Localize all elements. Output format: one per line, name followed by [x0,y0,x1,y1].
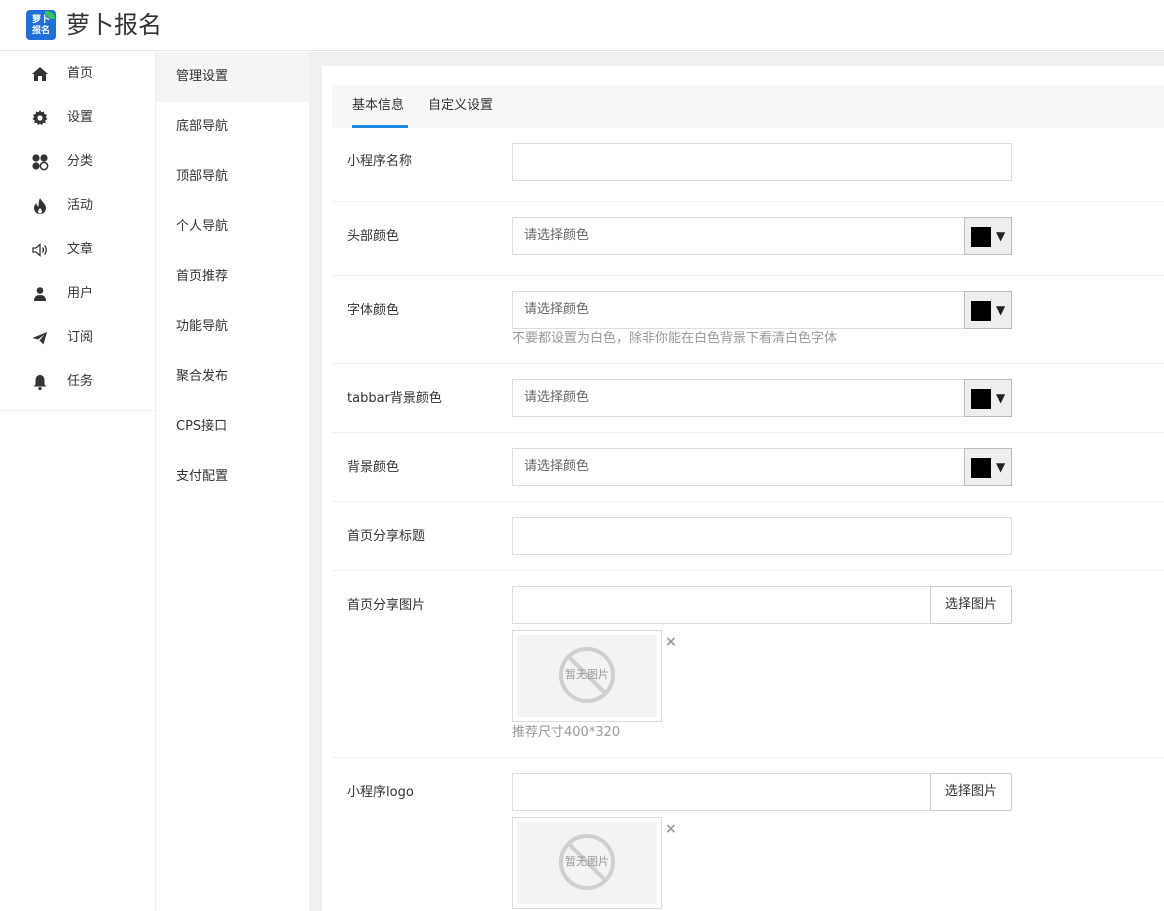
content-gutter [309,52,322,911]
mini-name-input[interactable] [512,143,1012,181]
logo-label: 小程序logo [347,785,414,800]
bg-color-picker-button[interactable]: ▼ [964,448,1012,486]
color-swatch [971,458,991,478]
main-sidebar: 首页 设置 分类 活动 文章 用户 订阅 任务 [0,52,155,411]
header-color-picker-button[interactable]: ▼ [964,217,1012,255]
sidebar-item-category[interactable]: 分类 [0,140,155,184]
sidebar-item-settings[interactable]: 设置 [0,96,155,140]
font-color-label: 字体颜色 [347,303,400,318]
gear-icon [32,110,48,126]
row-divider [332,363,1164,364]
app-title: 萝卜报名 [66,11,162,39]
submenu-item-bottom-nav[interactable]: 底部导航 [156,102,309,152]
user-icon [34,287,46,301]
dropdown-arrow-icon: ▼ [996,303,1006,317]
color-swatch [971,389,991,409]
grid-icon [32,154,49,171]
logo-preview: 暂无图片 [512,817,662,909]
speaker-icon [32,243,47,257]
tabbar-color-picker-button[interactable]: ▼ [964,379,1012,417]
settings-submenu: 管理设置 底部导航 顶部导航 个人导航 首页推荐 功能导航 聚合发布 CPS接口… [156,52,309,911]
row-divider [332,275,1164,276]
sidebar-item-subscribe[interactable]: 订阅 [0,316,155,360]
submenu-item-home-recommend[interactable]: 首页推荐 [156,252,309,302]
row-divider [332,501,1164,502]
row-divider [332,201,1164,202]
sidebar-item-user[interactable]: 用户 [0,272,155,316]
row-divider [332,757,1164,758]
active-tab-indicator [352,125,408,128]
sidebar-item-activity[interactable]: 活动 [0,184,155,228]
font-color-input[interactable]: 请选择颜色 [512,291,965,329]
submenu-item-aggregate-publish[interactable]: 聚合发布 [156,352,309,402]
font-color-picker-button[interactable]: ▼ [964,291,1012,329]
dropdown-arrow-icon: ▼ [996,460,1006,474]
dropdown-arrow-icon: ▼ [996,229,1006,243]
remove-share-image-icon[interactable]: × [665,635,677,649]
row-divider [332,432,1164,433]
color-swatch [971,227,991,247]
header-color-input[interactable]: 请选择颜色 [512,217,965,255]
top-header: 萝卜 报名 萝卜报名 [0,0,1164,51]
tab-basic-info[interactable]: 基本信息 [352,96,404,116]
dropdown-arrow-icon: ▼ [996,391,1006,405]
content-gutter-top [309,52,1164,66]
submenu-item-top-nav[interactable]: 顶部导航 [156,152,309,202]
color-swatch [971,301,991,321]
tab-custom-settings[interactable]: 自定义设置 [428,96,493,116]
header-color-label: 头部颜色 [347,229,400,244]
mini-name-label: 小程序名称 [347,154,413,169]
bg-color-label: 背景颜色 [347,460,400,475]
fire-icon [34,198,46,214]
share-title-label: 首页分享标题 [347,529,426,544]
submenu-item-cps[interactable]: CPS接口 [156,402,309,452]
submenu-item-function-nav[interactable]: 功能导航 [156,302,309,352]
tab-bar: 基本信息 自定义设置 [332,85,1164,128]
home-icon [32,67,48,81]
remove-logo-icon[interactable]: × [665,822,677,836]
share-image-label: 首页分享图片 [347,598,426,613]
submenu-item-payment[interactable]: 支付配置 [156,452,309,502]
row-divider [332,570,1164,571]
submenu-item-personal-nav[interactable]: 个人导航 [156,202,309,252]
share-image-select-button[interactable]: 选择图片 [930,586,1012,624]
bg-color-input[interactable]: 请选择颜色 [512,448,965,486]
sidebar-item-article[interactable]: 文章 [0,228,155,272]
share-title-input[interactable] [512,517,1012,555]
submenu-item-manage[interactable]: 管理设置 [156,52,309,102]
tabbar-color-label: tabbar背景颜色 [347,391,442,406]
share-image-hint: 推荐尺寸400*320 [512,725,621,740]
share-image-input[interactable] [512,586,931,624]
tabbar-color-input[interactable]: 请选择颜色 [512,379,965,417]
app-logo-icon: 萝卜 报名 [26,10,56,40]
sidebar-item-home[interactable]: 首页 [0,52,155,96]
logo-select-button[interactable]: 选择图片 [930,773,1012,811]
logo-input[interactable] [512,773,931,811]
share-image-preview: 暂无图片 [512,630,662,722]
send-icon [32,332,47,345]
bell-icon [33,375,47,391]
sidebar-item-task[interactable]: 任务 [0,360,155,404]
font-color-hint: 不要都设置为白色，除非你能在白色背景下看清白色字体 [512,331,838,346]
